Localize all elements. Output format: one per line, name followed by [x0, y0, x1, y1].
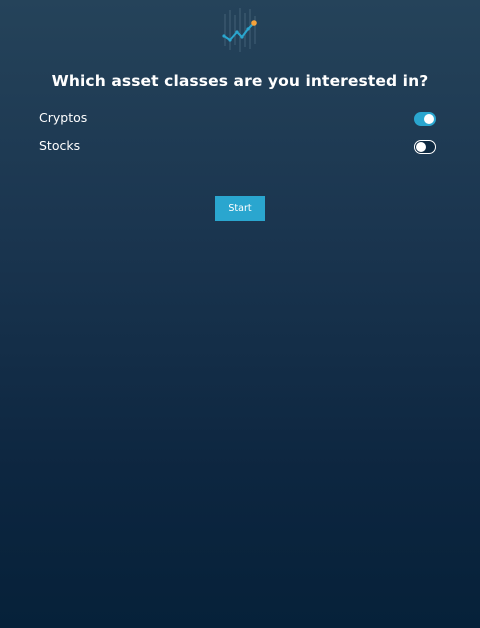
- option-row-cryptos: Cryptos: [39, 109, 437, 131]
- page-title: Which asset classes are you interested i…: [51, 72, 429, 90]
- toggle-knob: [415, 141, 426, 152]
- cryptos-toggle[interactable]: [414, 112, 436, 126]
- start-button[interactable]: Start: [215, 196, 265, 221]
- option-label-cryptos: Cryptos: [39, 110, 88, 125]
- option-row-stocks: Stocks: [39, 137, 437, 159]
- stocks-toggle[interactable]: [414, 140, 436, 154]
- toggle-knob: [424, 114, 434, 124]
- app-logo: [218, 6, 262, 52]
- trend-chart-icon: [222, 8, 257, 52]
- option-label-stocks: Stocks: [39, 138, 81, 153]
